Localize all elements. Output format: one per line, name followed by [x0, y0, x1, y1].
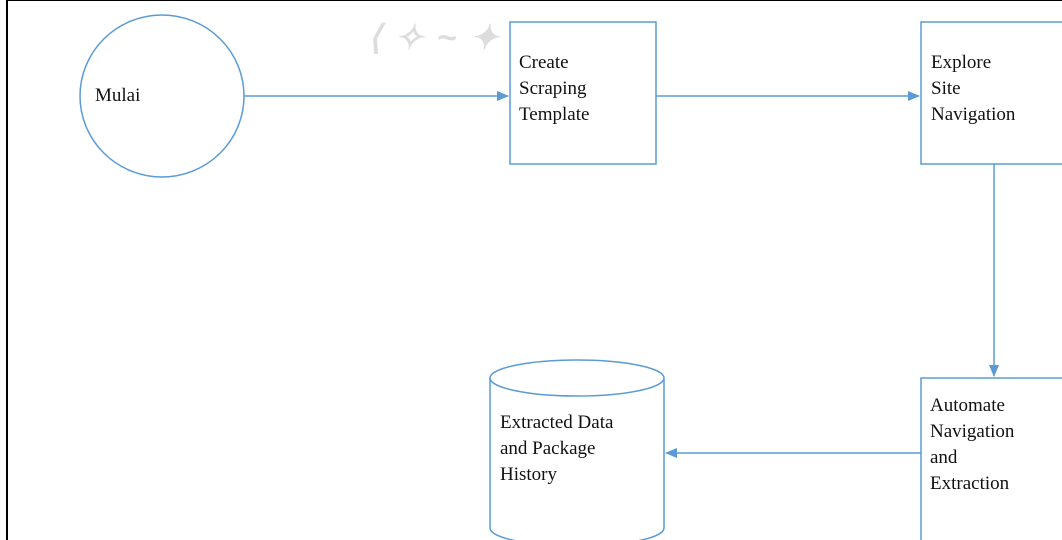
process-label-create-template: Create Scraping Template — [519, 50, 589, 128]
label-line: Extraction — [930, 473, 1010, 494]
label-line: and — [930, 447, 958, 468]
label-line: and Package — [500, 438, 596, 459]
label-line: Template — [519, 104, 590, 125]
data-store-label: Extracted Data and Package History — [500, 410, 613, 488]
label-line: Navigation — [931, 104, 1016, 125]
label-line: History — [500, 464, 557, 485]
label-line: Explore — [931, 52, 992, 73]
process-label-explore-navigation: Explore Site Navigation — [931, 50, 1015, 128]
process-label-automate-extraction: Automate Navigation and Extraction — [930, 393, 1014, 497]
label-line: Scraping — [519, 78, 587, 99]
label-line: Extracted Data — [500, 412, 614, 433]
label-line: Site — [931, 78, 961, 99]
label-line: Navigation — [930, 421, 1015, 442]
start-label: Mulai — [95, 85, 141, 106]
label-line: Automate — [930, 395, 1005, 416]
label-line: Create — [519, 52, 569, 73]
